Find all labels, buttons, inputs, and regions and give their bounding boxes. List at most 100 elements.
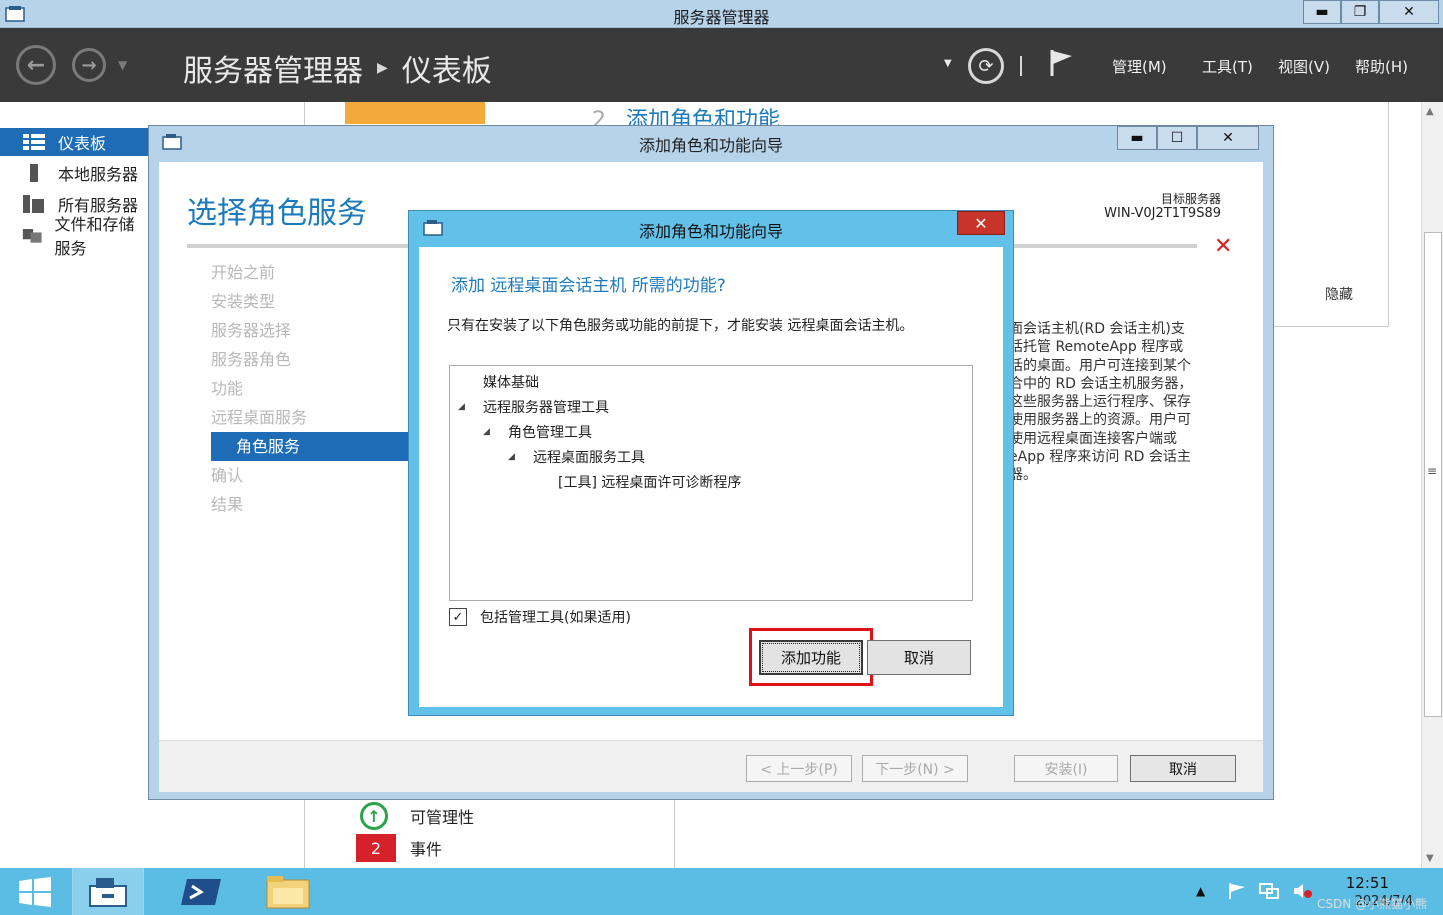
tree-item[interactable]: 媒体基础 [458, 372, 539, 392]
taskbar-server-manager[interactable] [72, 868, 144, 915]
tree-item-label: [工具] 远程桌面许可诊断程序 [558, 475, 742, 491]
wizard-maximize-button[interactable]: ☐ [1157, 126, 1197, 150]
tree-item[interactable]: [工具] 远程桌面许可诊断程序 [533, 472, 741, 492]
install-button[interactable]: 安装(I) [1014, 755, 1118, 782]
step-results[interactable]: 结果 [211, 490, 411, 519]
step-confirmation[interactable]: 确认 [211, 461, 411, 490]
tree-item[interactable]: ◢ 远程桌面服务工具 [508, 447, 645, 467]
scroll-down-icon[interactable]: ▼ [1426, 853, 1434, 864]
breadcrumb-dropdown-icon[interactable]: ▼ [944, 58, 952, 69]
dialog-close-button[interactable]: ✕ [957, 211, 1005, 235]
manageability-row[interactable]: ↑ 可管理性 [360, 802, 474, 830]
sidebar-item-label: 本地服务器 [58, 165, 139, 184]
events-row[interactable]: 2 事件 [356, 834, 442, 862]
tree-item[interactable]: ◢ 角色管理工具 [483, 422, 592, 442]
step-role-services[interactable]: 角色服务 [211, 432, 411, 461]
window-title: 服务器管理器 [673, 8, 770, 27]
restore-button[interactable]: ❐ [1341, 0, 1379, 24]
minimize-icon: ▬ [1315, 4, 1329, 20]
include-tools-checkbox[interactable]: ✓ 包括管理工具(如果适用) [449, 607, 631, 627]
step-installation-type[interactable]: 安装类型 [211, 287, 411, 316]
network-icon[interactable] [1258, 882, 1280, 900]
vertical-scrollbar[interactable]: ▲ ≡ ▼ [1421, 102, 1443, 868]
dashboard-icon [23, 134, 45, 150]
windows-logo-icon [19, 876, 51, 907]
target-server-name: WIN-V0J2T1T9S89 [1104, 206, 1221, 221]
taskbar-clock[interactable]: 12:51 [1346, 874, 1389, 892]
events-count-badge: 2 [356, 834, 396, 862]
error-x-icon: ✕ [1214, 234, 1233, 259]
close-icon: ✕ [974, 213, 988, 233]
wizard-cancel-button[interactable]: 取消 [1130, 755, 1236, 782]
start-button[interactable] [0, 868, 70, 915]
sidebar-item-dashboard[interactable]: 仪表板 [0, 128, 150, 156]
expand-triangle-icon[interactable]: ◢ [508, 452, 533, 462]
minimize-icon: ▬ [1130, 130, 1144, 146]
expand-triangle-icon[interactable]: ◢ [458, 402, 483, 412]
menu-manage[interactable]: 管理(M) [1112, 56, 1167, 77]
description-line: 面会话主机(RD 会话主机)支 [1009, 321, 1185, 337]
features-tree[interactable]: 媒体基础 ◢ 远程服务器管理工具 ◢ 角色管理工具 ◢ 远程桌面服务工具 [工具] 远… [449, 365, 973, 601]
description-line: 使用服务器上的资源。用户可 [1009, 412, 1191, 429]
tree-item[interactable]: ◢ 远程服务器管理工具 [458, 397, 609, 417]
minimize-button[interactable]: ▬ [1303, 0, 1341, 24]
taskbar-powershell[interactable] [166, 868, 238, 915]
checkmark-icon[interactable]: ✓ [449, 608, 467, 626]
storage-icon [22, 229, 42, 243]
action-center-flag-icon[interactable] [1226, 882, 1248, 900]
hide-link[interactable]: 隐藏 [1325, 284, 1353, 304]
arrow-right-icon: → [81, 54, 97, 76]
wizard-footer: < 上一步(P) 下一步(N) > 安装(I) 取消 [159, 740, 1263, 792]
scroll-up-icon[interactable]: ▲ [1426, 106, 1434, 117]
dialog-body: 添加 远程桌面会话主机 所需的功能? 只有在安装了以下角色服务或功能的前提下，才… [419, 247, 1003, 707]
step-features[interactable]: 功能 [211, 374, 411, 403]
include-tools-label: 包括管理工具(如果适用) [480, 610, 631, 626]
refresh-icon: ⟳ [978, 55, 994, 77]
menu-help[interactable]: 帮助(H) [1355, 56, 1408, 77]
menu-tools[interactable]: 工具(T) [1202, 56, 1253, 77]
wizard-heading: 选择角色服务 [187, 196, 367, 231]
back-button[interactable]: ← [16, 45, 56, 85]
taskbar-file-explorer[interactable] [252, 868, 324, 915]
powershell-icon [181, 878, 221, 905]
add-features-button[interactable]: 添加功能 [759, 640, 863, 675]
step-server-selection[interactable]: 服务器选择 [211, 316, 411, 345]
maximize-icon: ☐ [1170, 130, 1184, 146]
sidebar-item-file-storage[interactable]: 文件和存储服务 [0, 215, 150, 258]
wizard-close-button[interactable]: ✕ [1197, 126, 1259, 150]
close-icon: ✕ [1222, 130, 1234, 146]
menu-view[interactable]: 视图(V) [1278, 56, 1330, 77]
breadcrumb-separator-icon: ▶ [377, 60, 388, 76]
main-title-bar: 服务器管理器 ▬ ❐ ✕ [0, 0, 1443, 28]
description-line: 这些服务器上运行程序、保存 [1009, 394, 1191, 411]
arrow-up-circle-icon: ↑ [360, 802, 388, 830]
description-line: 器。 [1009, 467, 1037, 484]
step-server-roles[interactable]: 服务器角色 [211, 345, 411, 374]
watermark-text: CSDN @小熊猫小熊 [1316, 897, 1427, 911]
dialog-cancel-button[interactable]: 取消 [867, 640, 971, 675]
taskbar: ▲ 12:51 2024/7/4 CSDN @小熊猫小熊 [0, 868, 1443, 915]
next-button[interactable]: 下一步(N) > [862, 755, 968, 782]
description-line: eApp 程序来访问 RD 会话主 [1009, 449, 1191, 466]
description-line: 合中的 RD 会话主机服务器， [1009, 375, 1193, 392]
step-before-you-begin[interactable]: 开始之前 [211, 258, 411, 287]
sidebar-item-label: 仪表板 [58, 134, 107, 153]
sidebar-item-local-server[interactable]: 本地服务器 [0, 159, 150, 187]
volume-muted-icon[interactable] [1292, 882, 1314, 900]
server-manager-icon [89, 877, 127, 907]
forward-button[interactable]: → [72, 48, 106, 82]
refresh-button[interactable]: ⟳ [968, 48, 1004, 84]
wizard-steps: 开始之前 安装类型 服务器选择 服务器角色 功能 远程桌面服务 角色服务 确认 … [211, 258, 411, 519]
wizard-minimize-button[interactable]: ▬ [1117, 126, 1157, 150]
toolbar-divider [1020, 56, 1022, 76]
previous-button[interactable]: < 上一步(P) [746, 755, 852, 782]
expand-triangle-icon[interactable]: ◢ [483, 427, 508, 437]
breadcrumb: 服务器管理器 ▶ 仪表板 [183, 46, 492, 90]
sidebar-item-label: 文件和存储服务 [54, 215, 135, 258]
step-remote-desktop-services[interactable]: 远程桌面服务 [211, 403, 411, 432]
close-button[interactable]: ✕ [1379, 0, 1439, 24]
history-dropdown-icon[interactable]: ▼ [118, 58, 127, 72]
tray-expand-icon[interactable]: ▲ [1196, 884, 1218, 902]
breadcrumb-root[interactable]: 服务器管理器 [183, 46, 363, 90]
notifications-flag-icon[interactable] [1048, 48, 1076, 78]
